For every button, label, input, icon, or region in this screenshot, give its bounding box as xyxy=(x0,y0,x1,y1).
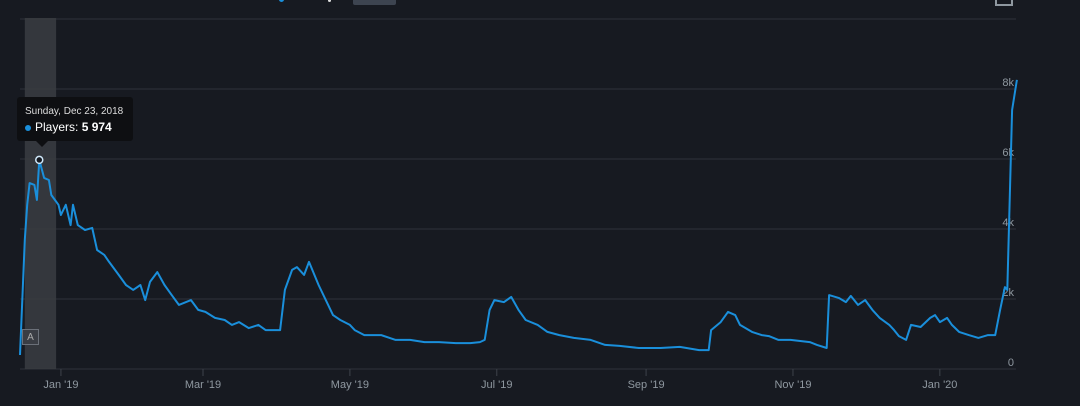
y-tick-label: 8k xyxy=(1002,77,1014,89)
x-tick-label: Nov '19 xyxy=(774,379,811,391)
tooltip: Sunday, Dec 23, 2018 Players: 5 974 xyxy=(17,97,133,147)
highlight-point[interactable] xyxy=(35,155,44,165)
series-dot-icon xyxy=(25,124,31,131)
x-tick-label: Jul '19 xyxy=(481,379,512,391)
series-line-players xyxy=(19,79,1018,356)
tooltip-value: 5 974 xyxy=(81,120,112,134)
x-tick-label: Jan '20 xyxy=(922,379,957,391)
tooltip-row: Players: 5 974 xyxy=(25,120,125,134)
grid-lines xyxy=(20,18,1016,370)
x-tick-label: Sep '19 xyxy=(628,379,665,391)
x-tick-label: May '19 xyxy=(331,379,369,391)
y-tick-label: 0 xyxy=(1008,357,1014,369)
x-axis: Jan '19 Mar '19 May '19 Jul '19 Sep '19 Nov '… xyxy=(43,369,957,391)
y-tick-label: 6k xyxy=(1002,147,1014,159)
tooltip-date: Sunday, Dec 23, 2018 xyxy=(25,106,124,117)
player-count-chart: 02k4k6k8k Jan '19 Mar '19 May '19 Jul '19 Se… xyxy=(19,18,1018,391)
x-tick-label: Jan '19 xyxy=(43,379,78,391)
tooltip-series-label: Players: xyxy=(35,120,79,134)
x-tick-label: Mar '19 xyxy=(185,379,221,391)
navigator-handle[interactable]: A xyxy=(22,329,39,345)
